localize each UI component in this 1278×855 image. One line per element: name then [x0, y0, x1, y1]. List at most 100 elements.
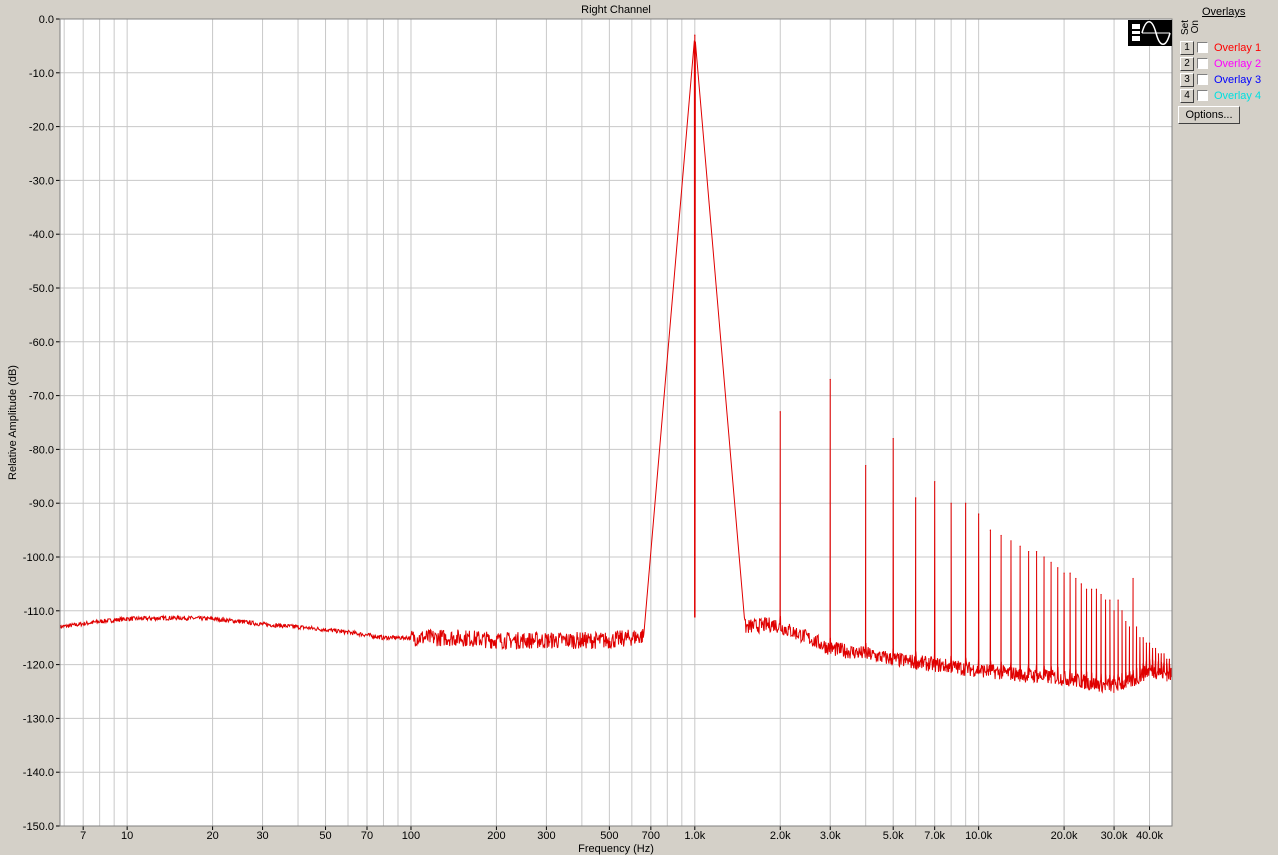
- y-tick-label: -30.0: [29, 175, 54, 187]
- x-tick-label: 10: [121, 830, 133, 842]
- overlay-row-1: 1 Overlay 1: [1180, 41, 1276, 55]
- x-tick-label: 3.0k: [820, 830, 841, 842]
- harmonic-peak-point: [865, 464, 867, 467]
- y-tick-label: -50.0: [29, 283, 54, 295]
- harmonic-peak-point: [1035, 551, 1038, 553]
- y-tick-label: -140.0: [23, 767, 54, 779]
- overlay-set-button-1[interactable]: 1: [1180, 41, 1194, 55]
- x-tick-label: 500: [600, 830, 618, 842]
- x-tick-label: 100: [402, 830, 420, 842]
- harmonic-peak-point: [1095, 588, 1098, 590]
- x-tick-label: 10.0k: [965, 830, 992, 842]
- overlay-set-button-3[interactable]: 3: [1180, 73, 1194, 87]
- x-axis-label: Frequency (Hz): [578, 843, 654, 855]
- y-tick-label: -20.0: [29, 122, 54, 134]
- overlay-label-3: Overlay 3: [1214, 74, 1262, 86]
- overlay-on-checkbox-3[interactable]: [1197, 74, 1208, 85]
- y-axis-label: Relative Amplitude (dB): [7, 365, 19, 480]
- y-tick-label: -60.0: [29, 337, 54, 349]
- x-tick-label: 30.0k: [1101, 830, 1128, 842]
- x-tick-label: 2.0k: [770, 830, 791, 842]
- overlay-on-checkbox-2[interactable]: [1197, 58, 1208, 69]
- harmonic-peak-point: [1019, 545, 1021, 547]
- harmonic-peak-point: [1132, 577, 1134, 580]
- x-tick-label: 20.0k: [1051, 830, 1078, 842]
- waveform-logo-icon: [1128, 20, 1172, 46]
- harmonic-peak-point: [1090, 588, 1093, 590]
- overlay-row-3: 3 Overlay 3: [1180, 73, 1276, 87]
- x-tick-label: 1.0k: [684, 830, 705, 842]
- y-tick-label: -70.0: [29, 391, 54, 403]
- harmonic-peak-point: [950, 502, 952, 504]
- harmonic-peak-point: [934, 481, 936, 483]
- overlay-label-4: Overlay 4: [1214, 90, 1262, 102]
- x-tick-label: 5.0k: [883, 830, 904, 842]
- x-tick-label: 20: [206, 830, 218, 842]
- harmonic-peak-point: [1145, 642, 1148, 644]
- harmonic-peak-point: [1148, 642, 1151, 644]
- harmonic-peak-point: [978, 513, 980, 515]
- overlay-label-2: Overlay 2: [1214, 58, 1262, 70]
- overlay-set-button-4[interactable]: 4: [1180, 89, 1194, 103]
- harmonic-peak-point: [694, 34, 696, 36]
- harmonic-peak-point: [1000, 534, 1002, 537]
- harmonic-peak-point: [1121, 610, 1123, 612]
- x-tick-label: 7: [80, 830, 86, 842]
- overlay-set-button-2[interactable]: 2: [1180, 57, 1194, 71]
- harmonic-peak-point: [1080, 583, 1082, 585]
- harmonic-peak-point: [1104, 599, 1107, 601]
- on-column-label: On: [1190, 20, 1201, 34]
- harmonic-peak-point: [1128, 626, 1131, 628]
- options-button[interactable]: Options...: [1178, 106, 1240, 124]
- y-tick-label: -80.0: [29, 444, 54, 456]
- harmonic-peak-point: [1057, 567, 1059, 569]
- y-tick-label: -150.0: [23, 821, 54, 833]
- y-tick-label: -90.0: [29, 498, 54, 510]
- harmonic-peak-point: [892, 438, 894, 440]
- harmonic-peak-point: [829, 378, 831, 381]
- y-tick-label: -40.0: [29, 229, 54, 241]
- harmonic-peak-point: [1125, 620, 1127, 623]
- overlay-row-2: 2 Overlay 2: [1180, 57, 1276, 71]
- harmonic-peak-point: [1085, 588, 1088, 590]
- harmonic-peak-point: [1010, 540, 1012, 542]
- plot-area: [59, 18, 1173, 827]
- x-tick-label: 200: [487, 830, 505, 842]
- harmonic-peak-point: [1100, 594, 1102, 596]
- x-tick-label: 30: [256, 830, 268, 842]
- harmonic-peak-point: [1139, 637, 1141, 639]
- overlay-on-checkbox-1[interactable]: [1197, 42, 1208, 53]
- harmonic-peak-point: [1050, 561, 1052, 563]
- harmonic-peak-point: [1157, 653, 1160, 655]
- chart-title: Right Channel: [581, 4, 651, 16]
- harmonic-peak-point: [1163, 653, 1165, 655]
- harmonic-peak-point: [1154, 647, 1157, 650]
- harmonic-peak-point: [1160, 653, 1162, 655]
- harmonic-peak-point: [1151, 647, 1154, 650]
- overlay-row-4: 4 Overlay 4: [1180, 89, 1276, 103]
- overlay-on-checkbox-4[interactable]: [1197, 90, 1208, 101]
- spectrum-analyzer-window: Right Channel 0.0 -10.0 -20.0 -30.0 -40.0 -50.…: [0, 0, 1278, 855]
- frequency-response-chart: Right Channel 0.0 -10.0 -20.0 -30.0 -40.0 -50.…: [7, 2, 1173, 855]
- y-tick-label: -100.0: [23, 552, 54, 564]
- harmonic-peak-point: [1166, 658, 1168, 660]
- overlays-panel: Set On Overlays 1 Overlay 1 2 Overlay 2 …: [1176, 0, 1278, 140]
- harmonic-peak-point: [779, 411, 781, 413]
- x-tick-label: 7.0k: [924, 830, 945, 842]
- harmonic-peak-point: [965, 502, 967, 504]
- set-on-header: Set On: [1180, 20, 1201, 42]
- harmonic-peak-point: [1075, 577, 1077, 580]
- harmonic-peak-point: [915, 497, 917, 499]
- x-tick-label: 70: [361, 830, 373, 842]
- harmonic-peak-point: [1043, 556, 1045, 558]
- harmonic-peak-point: [1135, 626, 1138, 628]
- y-tick-label: 0.0: [39, 14, 54, 26]
- harmonic-peak-point: [1117, 599, 1119, 601]
- x-tick-label: 700: [642, 830, 660, 842]
- x-tick-label: 50: [319, 830, 331, 842]
- x-tick-label: 40.0k: [1136, 830, 1163, 842]
- harmonic-peak-point: [1069, 572, 1071, 574]
- y-tick-label: -110.0: [24, 606, 54, 618]
- y-tick-label: -130.0: [23, 713, 54, 725]
- x-tick-label: 300: [537, 830, 555, 842]
